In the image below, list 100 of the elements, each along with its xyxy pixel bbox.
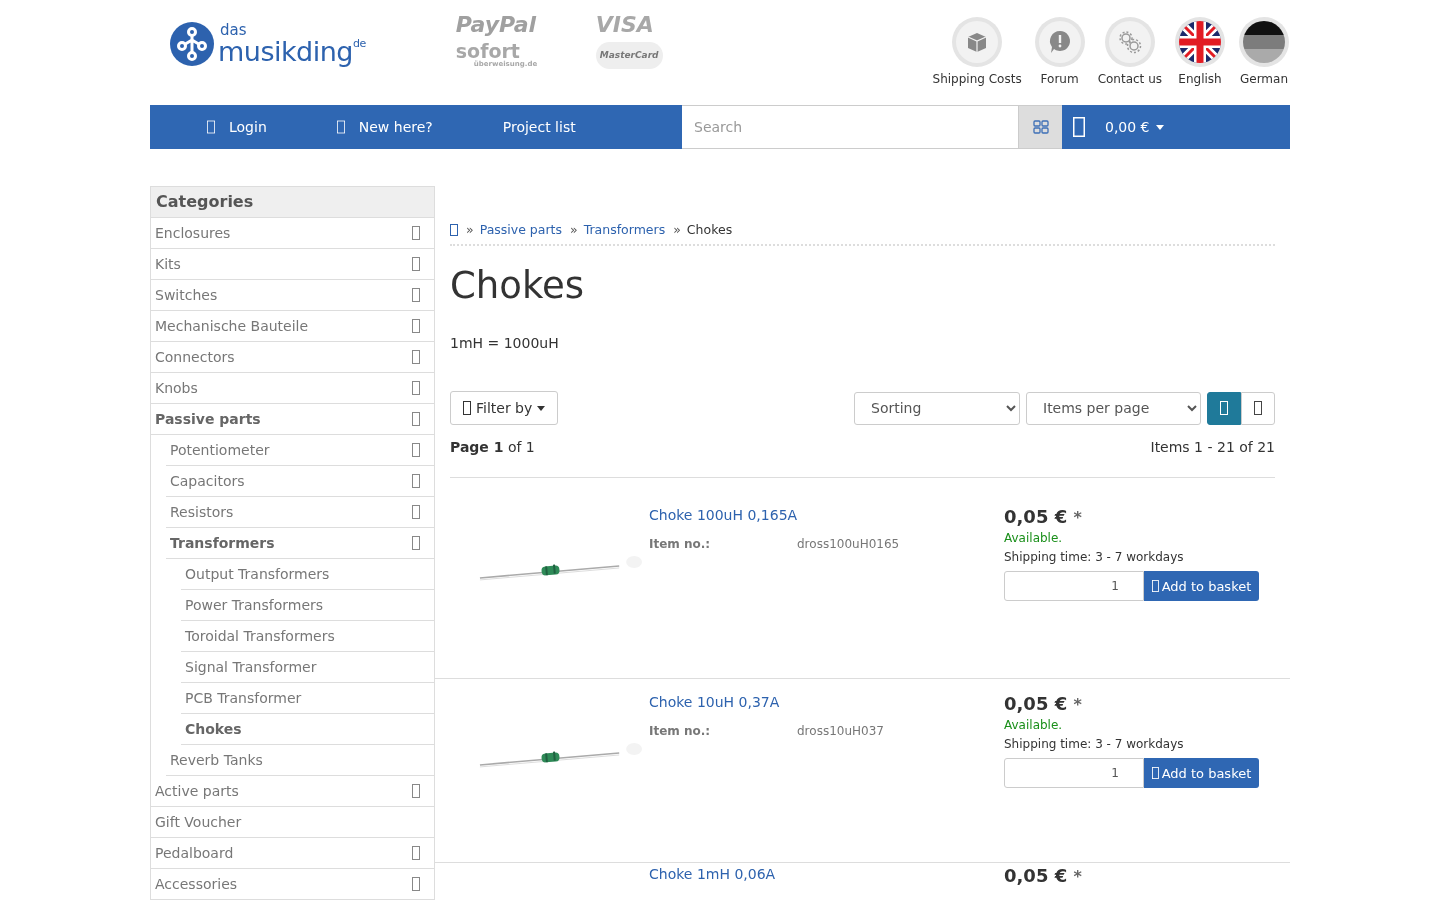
- logo-icon: [170, 22, 214, 66]
- category-item[interactable]: Reverb Tanks: [166, 745, 434, 776]
- logo-text: musikding: [218, 36, 353, 67]
- glyph-box-icon: [412, 257, 420, 271]
- category-item[interactable]: Passive parts: [151, 404, 434, 435]
- nav-link[interactable]: Project list: [502, 105, 646, 149]
- category-item[interactable]: Capacitors: [166, 466, 434, 497]
- category-item[interactable]: Accessories: [151, 869, 434, 900]
- price: 0,05 €: [1004, 865, 1068, 886]
- add-to-basket-button[interactable]: Add to basket: [1144, 571, 1259, 601]
- item-number-label: Item no.:: [649, 537, 712, 551]
- product-name[interactable]: Choke 100uH 0,165A: [649, 507, 1004, 523]
- item-number-label: Item no.:: [649, 724, 712, 738]
- filter-button[interactable]: Filter by: [450, 391, 559, 425]
- search-field[interactable]: Search: [682, 105, 1019, 149]
- category-item[interactable]: Kits: [151, 249, 434, 280]
- glyph-box-icon: [412, 288, 420, 302]
- price-note: *: [1073, 867, 1082, 886]
- glyph-box-icon: [412, 226, 420, 240]
- page-indicator: Page 1 of 1: [450, 439, 535, 455]
- category-item[interactable]: Enclosures: [151, 218, 434, 249]
- price-note: *: [1073, 695, 1082, 714]
- breadcrumb-current: Chokes: [686, 222, 733, 237]
- header-link[interactable]: English: [1174, 16, 1226, 86]
- panel-title: Categories: [151, 187, 434, 218]
- glyph-box-icon: [412, 505, 420, 519]
- glyph-box-icon: [1151, 767, 1159, 779]
- category-item[interactable]: Knobs: [151, 373, 434, 404]
- quantity-field[interactable]: 1: [1004, 571, 1144, 601]
- price: 0,05 €: [1004, 693, 1068, 714]
- category-item[interactable]: Gift Voucher: [151, 807, 434, 838]
- glyph-box-icon: [412, 784, 420, 798]
- category-item[interactable]: Pedalboard: [151, 838, 434, 869]
- nav-link[interactable]: Login: [207, 105, 337, 149]
- price: 0,05 €: [1004, 506, 1068, 527]
- category-item[interactable]: Signal Transformer: [181, 652, 434, 683]
- logo-text: de: [353, 37, 366, 50]
- header-link[interactable]: Contact us: [1097, 16, 1162, 86]
- caret-icon: [537, 405, 546, 411]
- uk-flag-icon: [1174, 16, 1226, 68]
- items-per-page-select[interactable]: Items per page: [1026, 391, 1201, 425]
- glyph-box-icon: [412, 846, 420, 860]
- sorting-select[interactable]: Sorting: [854, 391, 1020, 425]
- breadcrumb-link[interactable]: Passive parts: [479, 222, 562, 237]
- list-view-button[interactable]: [1207, 391, 1241, 425]
- item-number: dross10uH037: [797, 724, 884, 738]
- glyph-box-icon: [412, 443, 420, 457]
- breadcrumb-separator: »: [466, 222, 474, 237]
- item-number: dross100uH0165: [797, 537, 900, 551]
- category-description: 1mH = 1000uH: [450, 335, 560, 351]
- product-name[interactable]: Choke 1mH 0,06A: [649, 866, 1004, 882]
- grid-icon: [1032, 120, 1049, 134]
- category-item[interactable]: Potentiometer: [166, 435, 434, 466]
- glyph-box-icon: [412, 474, 420, 488]
- payment-logo: MasterCard: [595, 42, 663, 69]
- category-item[interactable]: Mechanische Bauteile: [151, 311, 434, 342]
- glyph-box-icon: [412, 319, 420, 333]
- breadcrumb-link[interactable]: Transformers: [583, 222, 666, 237]
- category-item[interactable]: PCB Transformer: [181, 683, 434, 714]
- category-item[interactable]: Power Transformers: [181, 590, 434, 621]
- grid-view-button[interactable]: [1241, 391, 1275, 425]
- breadcrumb-separator: »: [673, 222, 681, 237]
- price-note: *: [1073, 508, 1082, 527]
- breadcrumb-separator: »: [570, 222, 578, 237]
- category-item[interactable]: Resistors: [166, 497, 434, 528]
- header-link[interactable]: German: [1238, 16, 1290, 86]
- category-item[interactable]: Active parts: [151, 776, 434, 807]
- nav-link[interactable]: New here?: [336, 105, 503, 149]
- header-link[interactable]: Forum: [1033, 16, 1086, 86]
- logo-text: das: [220, 23, 248, 38]
- category-item[interactable]: Output Transformers: [181, 559, 434, 590]
- category-item[interactable]: Transformers: [166, 528, 434, 559]
- glyph-box-icon: [463, 401, 471, 415]
- glyph-box-icon: [412, 877, 420, 891]
- category-item[interactable]: Chokes: [181, 714, 434, 745]
- basket-icon[interactable]: [1073, 117, 1085, 137]
- grid-button[interactable]: [1019, 105, 1062, 149]
- payment-logo: VISA: [595, 14, 654, 36]
- gears-icon: [1103, 16, 1156, 68]
- glyph-box-icon: [412, 381, 420, 395]
- shipping-time: Shipping time: 3 - 7 workdays: [1004, 737, 1185, 751]
- payment-logo: PayPal: [455, 14, 537, 36]
- category-item[interactable]: Connectors: [151, 342, 434, 373]
- home-icon[interactable]: [450, 223, 458, 236]
- category-item[interactable]: Switches: [151, 280, 434, 311]
- page-title: Chokes: [450, 264, 586, 307]
- glyph-box-icon: [1151, 580, 1159, 592]
- availability: Available.: [1004, 718, 1064, 732]
- flag-icon: [1238, 16, 1290, 68]
- glyph-box-icon: [412, 536, 420, 550]
- header-link[interactable]: Shipping Costs: [932, 16, 1022, 86]
- quantity-field[interactable]: 1: [1004, 758, 1144, 788]
- caret-icon: [1155, 124, 1164, 130]
- product-name[interactable]: Choke 10uH 0,37A: [649, 694, 1004, 710]
- category-item[interactable]: Toroidal Transformers: [181, 621, 434, 652]
- box-icon: [951, 16, 1004, 68]
- add-to-basket-button[interactable]: Add to basket: [1144, 758, 1259, 788]
- item-count: Items 1 - 21 of 21: [1150, 439, 1275, 455]
- exclamation-icon: [1033, 16, 1086, 68]
- cart-total[interactable]: 0,00 €: [1105, 119, 1164, 135]
